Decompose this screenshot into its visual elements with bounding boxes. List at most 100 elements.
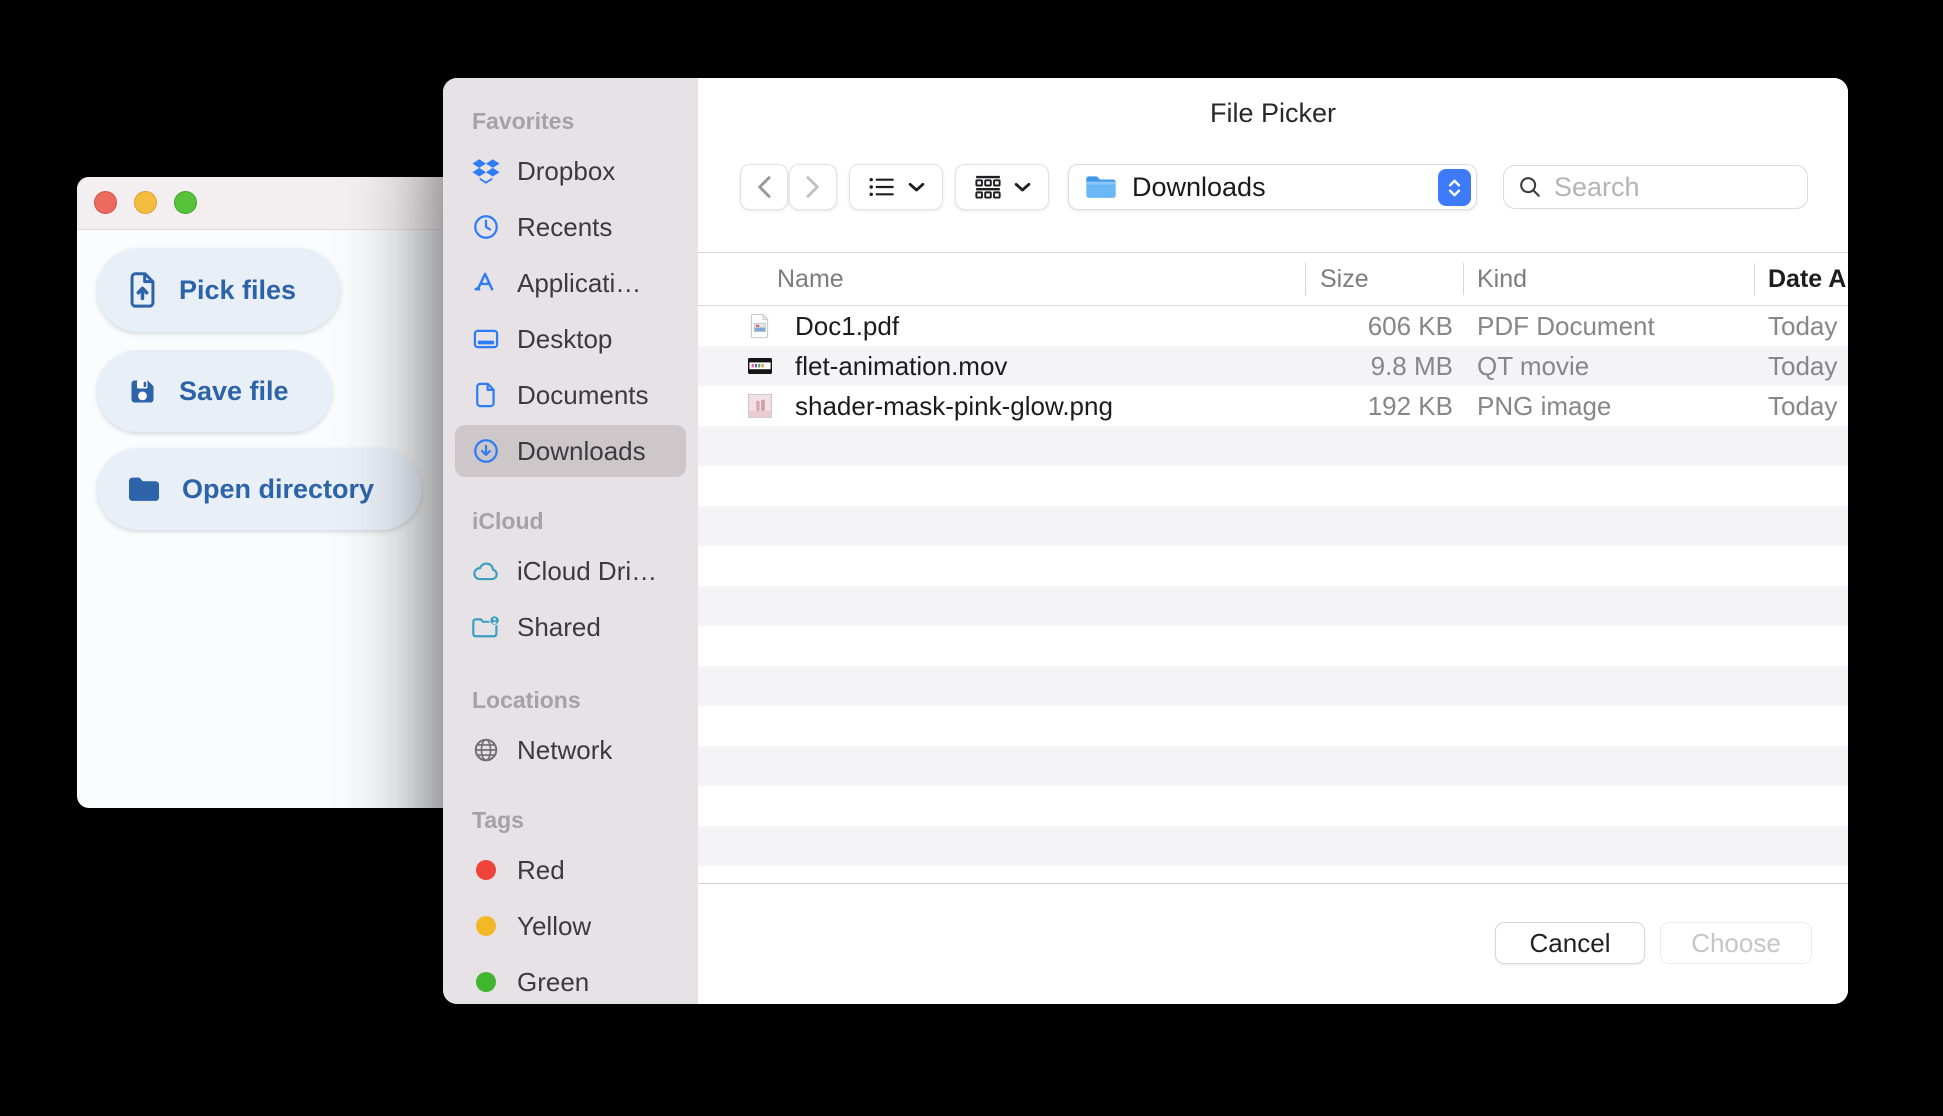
search-icon [1520, 177, 1540, 197]
back-button[interactable] [740, 164, 788, 210]
traffic-light-close[interactable] [94, 191, 117, 214]
file-kind: QT movie [1477, 350, 1590, 381]
search-input[interactable] [1554, 171, 1774, 203]
app-titlebar [77, 177, 477, 230]
tag-dot-icon [471, 967, 501, 997]
header-divider [1305, 263, 1306, 295]
tag-dot-icon [471, 855, 501, 885]
empty-row [698, 626, 1848, 666]
dropbox-icon [471, 156, 501, 186]
empty-row [698, 546, 1848, 586]
sidebar-item-green[interactable]: Green [455, 956, 686, 1004]
sidebar-item-network[interactable]: Network [455, 724, 686, 776]
up-down-chevrons-icon [1448, 179, 1461, 196]
column-header-size[interactable]: Size [1320, 253, 1440, 305]
sidebar: Favorites Dropbox Recents Applicati… Desktop… [443, 78, 698, 1004]
column-header-name[interactable]: Name [777, 253, 1277, 305]
cancel-button[interactable]: Cancel [1495, 922, 1645, 964]
file-kind: PNG image [1477, 390, 1612, 421]
save-file-button[interactable]: Save file [97, 350, 332, 432]
screen: Pick files Save file Open directory Favo… [0, 0, 1943, 1116]
column-header-kind[interactable]: Kind [1477, 253, 1677, 305]
dialog-title: File Picker [1209, 98, 1337, 128]
current-folder-select[interactable]: Downloads [1068, 164, 1477, 210]
chevron-right-icon [806, 176, 819, 198]
sidebar-item-icloud-dri-[interactable]: iCloud Dri… [455, 545, 686, 597]
pick-files-label: Pick files [179, 274, 297, 305]
file-name: Doc1.pdf [795, 310, 900, 341]
list-view-icon [869, 177, 894, 197]
globe-icon [471, 735, 501, 765]
sidebar-item-label: Network [517, 734, 613, 765]
file-row-shader-mask-pink-glow.png[interactable]: shader-mask-pink-glow.png 192 KB PNG image… [698, 386, 1848, 426]
tag-dot-icon [471, 911, 501, 941]
traffic-light-minimize[interactable] [134, 191, 157, 214]
png-file-icon [747, 386, 773, 426]
appstore-icon [471, 268, 501, 298]
forward-button[interactable] [789, 164, 837, 210]
download-circle-icon [471, 436, 501, 466]
header-divider [1463, 263, 1464, 295]
empty-row [698, 706, 1848, 746]
desktop-icon [471, 324, 501, 354]
sidebar-item-label: Recents [517, 211, 613, 242]
chevron-down-icon [1014, 182, 1030, 191]
sidebar-item-label: Downloads [517, 435, 646, 466]
shared-folder-icon [471, 612, 501, 642]
sidebar-item-shared[interactable]: Shared [455, 601, 686, 653]
dialog-footer: Cancel Choose [698, 883, 1848, 1004]
pdf-file-icon [747, 306, 773, 346]
table-header: Name Size Kind Date Added [698, 252, 1848, 306]
group-view-button[interactable] [955, 164, 1049, 210]
dialog-content: File Picker Downloads Search Name Size K… [698, 78, 1848, 1004]
list-view-button[interactable] [849, 164, 943, 210]
flet-app-window: Pick files Save file Open directory [77, 177, 477, 808]
empty-row [698, 826, 1848, 866]
file-list: Doc1.pdf 606 KB PDF Document Today flet-anim… [698, 306, 1848, 883]
sidebar-item-applicati-[interactable]: Applicati… [455, 257, 686, 309]
empty-row [698, 866, 1848, 883]
chevron-left-icon [758, 176, 771, 198]
pick-files-button[interactable]: Pick files [97, 248, 340, 332]
file-size: 606 KB [1367, 310, 1453, 341]
empty-row [698, 666, 1848, 706]
sidebar-item-downloads[interactable]: Downloads [455, 425, 686, 477]
clock-icon [471, 212, 501, 242]
column-header-date-added[interactable]: Date Added [1768, 253, 1846, 305]
file-name: shader-mask-pink-glow.png [795, 390, 1113, 421]
sidebar-item-label: Dropbox [517, 155, 616, 186]
file-date-added: Today [1768, 310, 1838, 341]
sidebar-item-red[interactable]: Red [455, 844, 686, 896]
file-date-added: Today [1768, 390, 1838, 421]
empty-row [698, 746, 1848, 786]
open-directory-button[interactable]: Open directory [97, 448, 422, 530]
empty-row [698, 786, 1848, 826]
file-row-flet-animation.mov[interactable]: flet-animation.mov 9.8 MB QT movie Today [698, 346, 1848, 386]
document-upload-icon [126, 271, 159, 309]
sidebar-section-tags: Tags [472, 807, 524, 833]
sidebar-item-yellow[interactable]: Yellow [455, 900, 686, 952]
header-divider [1754, 263, 1755, 295]
choose-button[interactable]: Choose [1660, 922, 1812, 964]
current-folder-label: Downloads [1132, 171, 1266, 202]
file-row-Doc1.pdf[interactable]: Doc1.pdf 606 KB PDF Document Today [698, 306, 1848, 346]
sidebar-item-dropbox[interactable]: Dropbox [455, 145, 686, 197]
sidebar-item-label: Applicati… [517, 267, 642, 298]
file-kind: PDF Document [1477, 310, 1655, 341]
sidebar-item-label: Red [517, 854, 565, 885]
traffic-light-zoom[interactable] [174, 191, 197, 214]
empty-row [698, 466, 1848, 506]
empty-row [698, 586, 1848, 626]
sidebar-item-documents[interactable]: Documents [455, 369, 686, 421]
search-field[interactable] [1503, 165, 1808, 209]
chevron-down-icon [908, 182, 924, 191]
file-size: 9.8 MB [1370, 350, 1453, 381]
file-picker-dialog: Favorites Dropbox Recents Applicati… Desktop… [443, 78, 1848, 1004]
file-date-added: Today [1768, 350, 1838, 381]
sidebar-item-recents[interactable]: Recents [455, 201, 686, 253]
folder-stepper-button[interactable] [1438, 169, 1471, 206]
cloud-icon [471, 556, 501, 586]
save-file-label: Save file [179, 375, 289, 406]
empty-row [698, 506, 1848, 546]
sidebar-item-desktop[interactable]: Desktop [455, 313, 686, 365]
